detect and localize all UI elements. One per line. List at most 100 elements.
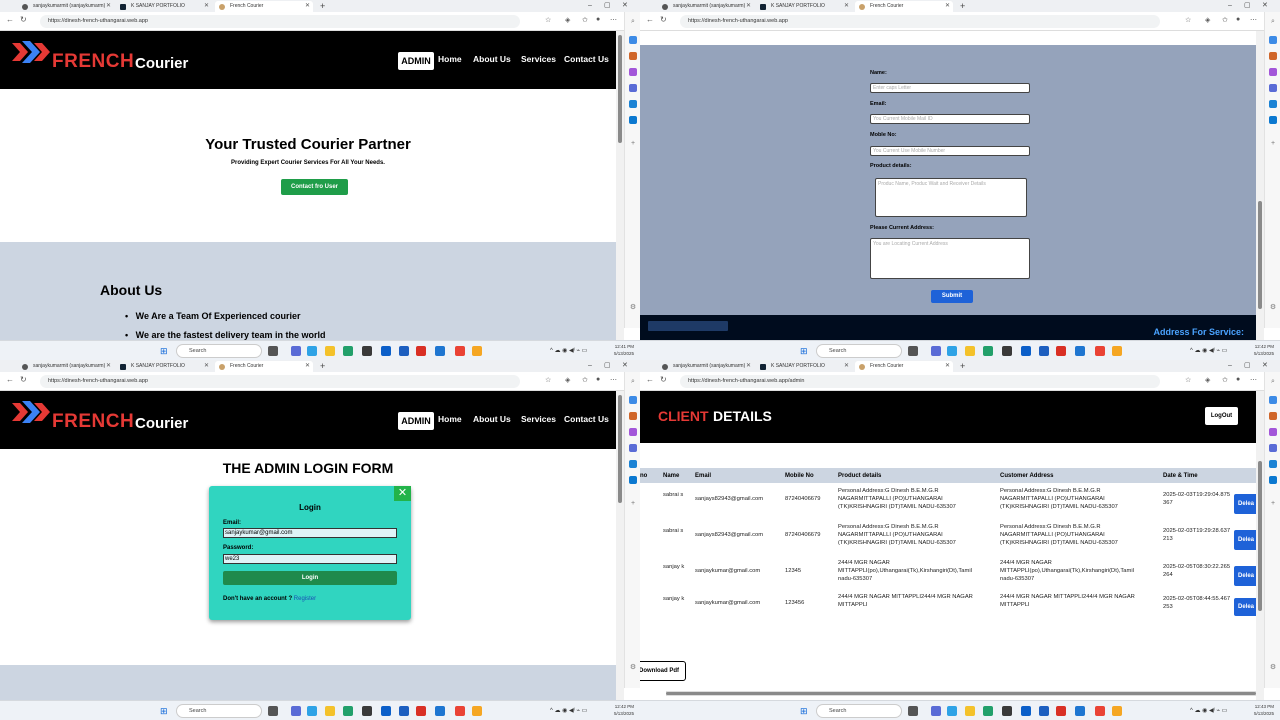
search-icon[interactable]: ⌕ <box>629 18 637 26</box>
maximize-button[interactable]: ▢ <box>604 360 611 372</box>
nav-services[interactable]: Services <box>521 414 556 424</box>
store-icon[interactable] <box>362 346 372 356</box>
minimize-button[interactable]: – <box>588 360 592 372</box>
more-icon[interactable]: ⋯ <box>1250 16 1257 24</box>
star-icon[interactable]: ☆ <box>1185 376 1191 384</box>
scrollbar[interactable] <box>616 391 624 700</box>
extensions-icon[interactable]: ◈ <box>565 16 570 24</box>
refresh-icon[interactable]: ↻ <box>20 375 27 384</box>
tools-icon[interactable] <box>629 428 637 436</box>
outlook-icon[interactable] <box>1269 116 1277 124</box>
vlc-icon[interactable] <box>472 346 482 356</box>
outlook-icon[interactable] <box>629 476 637 484</box>
tab-french-courier[interactable]: French Courier ✕ <box>855 361 953 372</box>
tools-icon[interactable] <box>1269 68 1277 76</box>
tab-portfolio[interactable]: K SANJAY PORTFOLIO ✕ <box>116 1 212 12</box>
product-textarea[interactable]: Produc Name, Produc Wait and Receiver De… <box>875 178 1027 217</box>
scrollbar[interactable] <box>1256 391 1264 700</box>
games-icon[interactable] <box>629 444 637 452</box>
profile-icon[interactable]: ● <box>596 376 600 383</box>
system-tray[interactable]: ^ ☁ ◉ ◀ᴵ ⌁ ▭ <box>550 707 587 714</box>
name-input[interactable]: Enter caps Letter <box>870 83 1030 93</box>
tools-icon[interactable] <box>1269 428 1277 436</box>
submit-button[interactable]: Submit <box>931 290 973 303</box>
close-icon[interactable]: ✕ <box>844 1 849 12</box>
tab-github[interactable]: sanjaykumarmit (sanjaykumarm) ✕ <box>18 1 114 12</box>
dropbox-icon[interactable] <box>1021 706 1031 716</box>
taskbar-search[interactable]: Search <box>816 704 902 718</box>
star-icon[interactable]: ☆ <box>545 376 551 384</box>
close-icon[interactable]: ✕ <box>945 361 950 372</box>
nav-contact[interactable]: Contact Us <box>564 54 609 64</box>
edge-dev-icon[interactable] <box>343 706 353 716</box>
vlc-icon[interactable] <box>472 706 482 716</box>
more-icon[interactable]: ⋯ <box>610 376 617 384</box>
close-window-button[interactable]: ✕ <box>1262 0 1268 12</box>
mail-icon[interactable] <box>1056 706 1066 716</box>
teams-icon[interactable] <box>291 346 301 356</box>
vlc-icon[interactable] <box>1112 346 1122 356</box>
taskbar-search[interactable]: Search <box>176 344 262 358</box>
extensions-icon[interactable]: ◈ <box>565 376 570 384</box>
close-window-button[interactable]: ✕ <box>1262 360 1268 372</box>
edge-icon[interactable] <box>947 706 957 716</box>
more-icon[interactable]: ⋯ <box>1250 376 1257 384</box>
tab-portfolio[interactable]: K SANJAY PORTFOLIO ✕ <box>756 1 852 12</box>
office-icon[interactable] <box>629 100 637 108</box>
star-icon[interactable]: ☆ <box>545 16 551 24</box>
add-icon[interactable]: + <box>1269 500 1277 508</box>
edge-icon[interactable] <box>307 706 317 716</box>
mail-icon[interactable] <box>416 346 426 356</box>
scrollbar[interactable] <box>1256 31 1264 340</box>
word-icon[interactable] <box>1039 706 1049 716</box>
search-icon[interactable]: ⌕ <box>629 378 637 386</box>
scroll-thumb[interactable] <box>666 692 1256 695</box>
close-icon[interactable]: ✕ <box>305 1 310 12</box>
nav-services[interactable]: Services <box>521 54 556 64</box>
shopping-icon[interactable] <box>629 412 637 420</box>
tab-portfolio[interactable]: K SANJAY PORTFOLIO ✕ <box>116 361 212 372</box>
chrome-icon[interactable] <box>1095 346 1105 356</box>
tools-icon[interactable] <box>629 68 637 76</box>
edge-dev-icon[interactable] <box>343 346 353 356</box>
refresh-icon[interactable]: ↻ <box>20 15 27 24</box>
add-icon[interactable]: + <box>629 140 637 148</box>
vscode-icon[interactable] <box>435 706 445 716</box>
task-view-icon[interactable] <box>908 346 918 356</box>
edge-icon[interactable] <box>307 346 317 356</box>
minimize-button[interactable]: – <box>1228 0 1232 12</box>
outlook-icon[interactable] <box>629 116 637 124</box>
address-textarea[interactable]: You are Locating Current Address <box>870 238 1030 279</box>
logout-button[interactable]: LogOut <box>1205 407 1238 425</box>
copilot-icon[interactable] <box>1269 396 1277 404</box>
back-icon[interactable]: ← <box>646 15 654 24</box>
copilot-icon[interactable] <box>629 36 637 44</box>
word-icon[interactable] <box>399 346 409 356</box>
clock[interactable]: 12:42 PM 5/13/2025 <box>1254 343 1274 357</box>
mail-icon[interactable] <box>1056 346 1066 356</box>
dropbox-icon[interactable] <box>381 706 391 716</box>
settings-icon[interactable]: ⚙ <box>629 664 637 672</box>
teams-icon[interactable] <box>931 706 941 716</box>
url-input[interactable]: https://dinesh-french-uthangarai.web.app <box>680 15 1160 28</box>
chrome-icon[interactable] <box>455 346 465 356</box>
settings-icon[interactable]: ⚙ <box>1269 304 1277 312</box>
teams-icon[interactable] <box>291 706 301 716</box>
scroll-thumb[interactable] <box>618 35 622 143</box>
register-link[interactable]: Register <box>294 596 316 602</box>
close-window-button[interactable]: ✕ <box>622 0 628 12</box>
close-icon[interactable]: ✕ <box>746 361 751 372</box>
new-tab-button[interactable]: + <box>960 0 965 12</box>
explorer-icon[interactable] <box>965 346 975 356</box>
scroll-thumb[interactable] <box>1258 201 1262 309</box>
edge-icon[interactable] <box>947 346 957 356</box>
vscode-icon[interactable] <box>435 346 445 356</box>
favorites-icon[interactable]: ✩ <box>582 376 588 384</box>
download-pdf-button[interactable]: Download Pdf <box>640 661 686 681</box>
shopping-icon[interactable] <box>1269 52 1277 60</box>
office-icon[interactable] <box>629 460 637 468</box>
tab-github[interactable]: sanjaykumarmit (sanjaykumarm) ✕ <box>658 1 754 12</box>
close-icon[interactable]: ✕ <box>106 1 111 12</box>
url-input[interactable]: https://dinesh-french-uthangarai.web.app <box>40 375 520 388</box>
nav-home[interactable]: Home <box>438 54 462 64</box>
